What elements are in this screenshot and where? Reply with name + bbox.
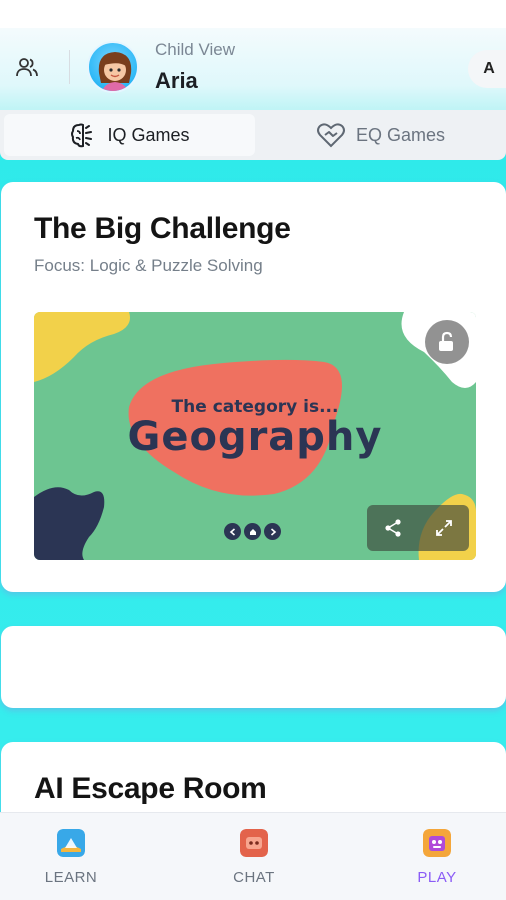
home-icon: [249, 528, 256, 535]
fullscreen-icon[interactable]: [434, 518, 454, 538]
heart-icon: [316, 123, 345, 148]
category-name: Geography: [127, 414, 383, 460]
prev-slide-button[interactable]: [224, 523, 241, 540]
brain-icon: [71, 123, 93, 148]
nav-chat[interactable]: CHAT: [209, 829, 299, 886]
nav-play-label: PLAY: [417, 869, 457, 886]
game-card-blank[interactable]: [1, 626, 506, 708]
child-avatar[interactable]: [87, 41, 139, 93]
game-type-tabs: IQ Games EQ Games: [0, 110, 506, 160]
child-view-label: Child View: [155, 40, 236, 59]
girl-avatar-icon: [98, 52, 132, 91]
tab-iq-games[interactable]: IQ Games: [4, 114, 255, 156]
unlock-button[interactable]: [425, 320, 469, 364]
nav-chat-label: CHAT: [233, 869, 275, 886]
home-slide-button[interactable]: [244, 523, 261, 540]
featured-game-card[interactable]: The Big Challenge Focus: Logic & Puzzle …: [1, 182, 506, 592]
share-icon[interactable]: [383, 518, 403, 538]
child-name: Aria: [155, 68, 198, 93]
game-preview[interactable]: The category is... Geography: [34, 312, 476, 560]
bottom-nav: LEARN CHAT PLAY: [0, 812, 506, 900]
tab-eq-games-label: EQ Games: [355, 124, 446, 145]
chevron-left-icon: [229, 527, 235, 536]
chat-icon: [240, 829, 268, 857]
header-divider: [69, 50, 70, 84]
slide-nav: [224, 523, 281, 540]
account-button[interactable]: A: [468, 50, 506, 88]
next-slide-button[interactable]: [264, 523, 281, 540]
tab-eq-games[interactable]: EQ Games: [255, 110, 506, 160]
learn-icon: [57, 829, 85, 857]
app-header: Child View Aria A: [0, 28, 506, 110]
game-focus: Focus: Logic & Puzzle Solving: [34, 256, 263, 275]
play-icon: [423, 829, 451, 857]
escape-room-title: AI Escape Room: [34, 772, 267, 805]
unlock-icon: [439, 331, 453, 351]
nav-learn-label: LEARN: [44, 869, 98, 886]
parent-view-button[interactable]: [14, 56, 40, 80]
nav-learn[interactable]: LEARN: [26, 829, 116, 886]
game-title: The Big Challenge: [34, 212, 291, 245]
chevron-right-icon: [270, 527, 276, 536]
preview-controls: [367, 505, 469, 551]
users-icon: [16, 58, 38, 77]
nav-play[interactable]: PLAY: [392, 829, 482, 886]
tab-iq-games-label: IQ Games: [107, 124, 190, 145]
